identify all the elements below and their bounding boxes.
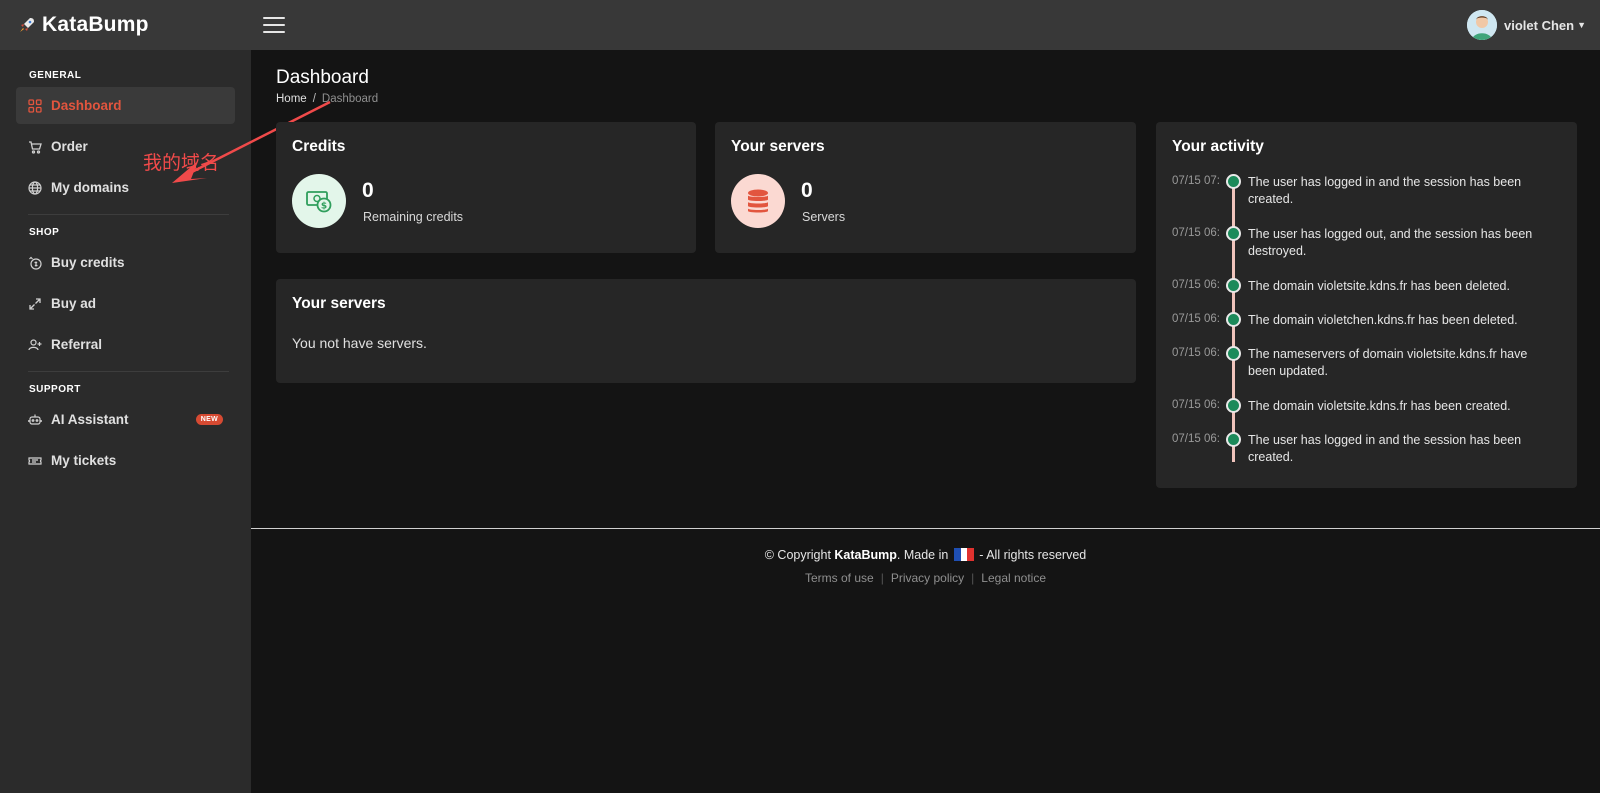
section-title-support: SUPPORT <box>29 384 81 395</box>
timeline-dot <box>1226 312 1241 327</box>
footer-link-separator: | <box>971 571 975 585</box>
svg-text:$: $ <box>321 202 327 212</box>
sidebar-item-ai-assistant[interactable]: AI Assistant NEW <box>16 401 235 438</box>
card-title: Credits <box>292 138 346 155</box>
activity-card: Your activity 07/15 07: The user has log… <box>1156 122 1577 488</box>
activity-text: The user has logged in and the session h… <box>1248 175 1522 206</box>
card-title: Your servers <box>292 295 386 312</box>
servers-stat-card: Your servers 0 Servers <box>715 122 1136 253</box>
activity-time: 07/15 06: <box>1172 433 1220 445</box>
sidebar-item-label: Buy ad <box>51 296 97 311</box>
credits-icon-circle: $ <box>292 174 346 228</box>
breadcrumb: Home / Dashboard <box>276 93 378 105</box>
activity-time: 07/15 06: <box>1172 347 1220 359</box>
menu-toggle-button[interactable] <box>263 17 285 33</box>
sidebar-item-label: Dashboard <box>51 98 122 113</box>
timeline-dot <box>1226 346 1241 361</box>
credits-card: Credits $ 0 Remaining credits <box>276 122 696 253</box>
legal-notice-link[interactable]: Legal notice <box>981 571 1046 585</box>
card-title: Your servers <box>731 138 825 155</box>
logo[interactable]: KataBump <box>0 13 251 37</box>
coin-icon <box>29 256 42 270</box>
sidebar-item-my-tickets[interactable]: My tickets <box>16 442 235 479</box>
avatar <box>1467 10 1497 40</box>
hamburger-bar <box>263 31 285 33</box>
terms-of-use-link[interactable]: Terms of use <box>805 571 874 585</box>
money-icon: $ <box>306 191 332 213</box>
database-icon <box>748 189 768 213</box>
logo-text: KataBump <box>42 13 149 36</box>
sidebar-item-buy-credits[interactable]: Buy credits <box>16 244 235 281</box>
servers-list-card: Your servers You not have servers. <box>276 279 1136 383</box>
timeline-dot <box>1226 432 1241 447</box>
activity-time: 07/15 06: <box>1172 279 1220 291</box>
chevron-down-icon: ▼ <box>1577 20 1586 30</box>
footer-brand: KataBump <box>834 548 897 562</box>
activity-text: The domain violetsite.kdns.fr has been d… <box>1248 279 1510 293</box>
activity-text: The user has logged in and the session h… <box>1248 433 1522 464</box>
servers-icon-circle <box>731 174 785 228</box>
sidebar-item-dashboard[interactable]: Dashboard <box>16 87 235 124</box>
grid-icon <box>28 98 42 113</box>
footer-link-separator: | <box>880 571 884 585</box>
top-header: KataBump violet Chen ▼ <box>0 0 1600 50</box>
section-title-general: GENERAL <box>29 70 82 81</box>
activity-time: 07/15 06: <box>1172 227 1220 239</box>
avatar-icon <box>1467 10 1497 40</box>
sidebar-divider <box>28 214 229 215</box>
cart-icon <box>29 140 42 154</box>
activity-text: The domain violetchen.kdns.fr has been d… <box>1248 313 1518 327</box>
footer-divider <box>251 528 1600 529</box>
user-plus-icon <box>28 338 42 350</box>
globe-icon <box>28 180 42 195</box>
france-flag-icon <box>953 548 974 561</box>
hamburger-bar <box>263 24 285 26</box>
ticket-icon <box>28 456 42 465</box>
privacy-policy-link[interactable]: Privacy policy <box>891 571 964 585</box>
sidebar-item-label: Referral <box>51 337 103 352</box>
footer-links: Terms of use | Privacy policy | Legal notice <box>251 571 1600 585</box>
user-name: violet Chen <box>1504 17 1575 33</box>
servers-value: 0 <box>801 179 813 202</box>
rocket-icon <box>20 18 34 32</box>
timeline-dot <box>1226 174 1241 189</box>
hamburger-bar <box>263 17 285 19</box>
breadcrumb-home-link[interactable]: Home <box>276 93 307 105</box>
section-title-shop: SHOP <box>29 227 60 238</box>
copyright-prefix: © Copyright <box>764 548 835 562</box>
page-title: Dashboard <box>276 67 369 88</box>
empty-state-text: You not have servers. <box>292 335 427 351</box>
sidebar-item-label: AI Assistant <box>51 412 129 427</box>
activity-time: 07/15 06: <box>1172 399 1220 411</box>
rights-text: - All rights reserved <box>975 548 1087 562</box>
made-in-text: . Made in <box>896 548 952 562</box>
activity-text: The user has logged out, and the session… <box>1248 227 1533 258</box>
annotation-text: 我的域名 <box>143 152 220 174</box>
activity-time: 07/15 07: <box>1172 175 1220 187</box>
footer-copyright: © Copyright KataBump. Made in - All righ… <box>251 548 1600 562</box>
sidebar-item-referral[interactable]: Referral <box>16 326 235 363</box>
breadcrumb-current: Dashboard <box>321 93 379 105</box>
timeline-dot <box>1226 226 1241 241</box>
activity-text: The nameservers of domain violetsite.kdn… <box>1248 347 1528 378</box>
card-title: Your activity <box>1172 138 1264 155</box>
credits-label: Remaining credits <box>363 210 464 224</box>
sidebar-item-label: My tickets <box>51 453 117 468</box>
timeline-dot <box>1226 278 1241 293</box>
robot-icon <box>28 414 42 425</box>
sidebar-item-label: Buy credits <box>51 255 125 270</box>
activity-text: The domain violetsite.kdns.fr has been c… <box>1248 399 1511 413</box>
breadcrumb-separator: / <box>312 93 316 105</box>
new-badge: NEW <box>195 414 223 425</box>
servers-label: Servers <box>802 210 846 224</box>
sidebar-item-buy-ad[interactable]: Buy ad <box>16 285 235 322</box>
activity-time: 07/15 06: <box>1172 313 1220 325</box>
credits-value: 0 <box>362 179 374 202</box>
sidebar-item-label: My domains <box>51 180 130 195</box>
timeline-dot <box>1226 398 1241 413</box>
expand-icon <box>29 297 41 310</box>
user-menu[interactable]: violet Chen ▼ <box>1467 10 1586 40</box>
sidebar-item-label: Order <box>51 139 88 154</box>
sidebar-divider <box>28 371 229 372</box>
